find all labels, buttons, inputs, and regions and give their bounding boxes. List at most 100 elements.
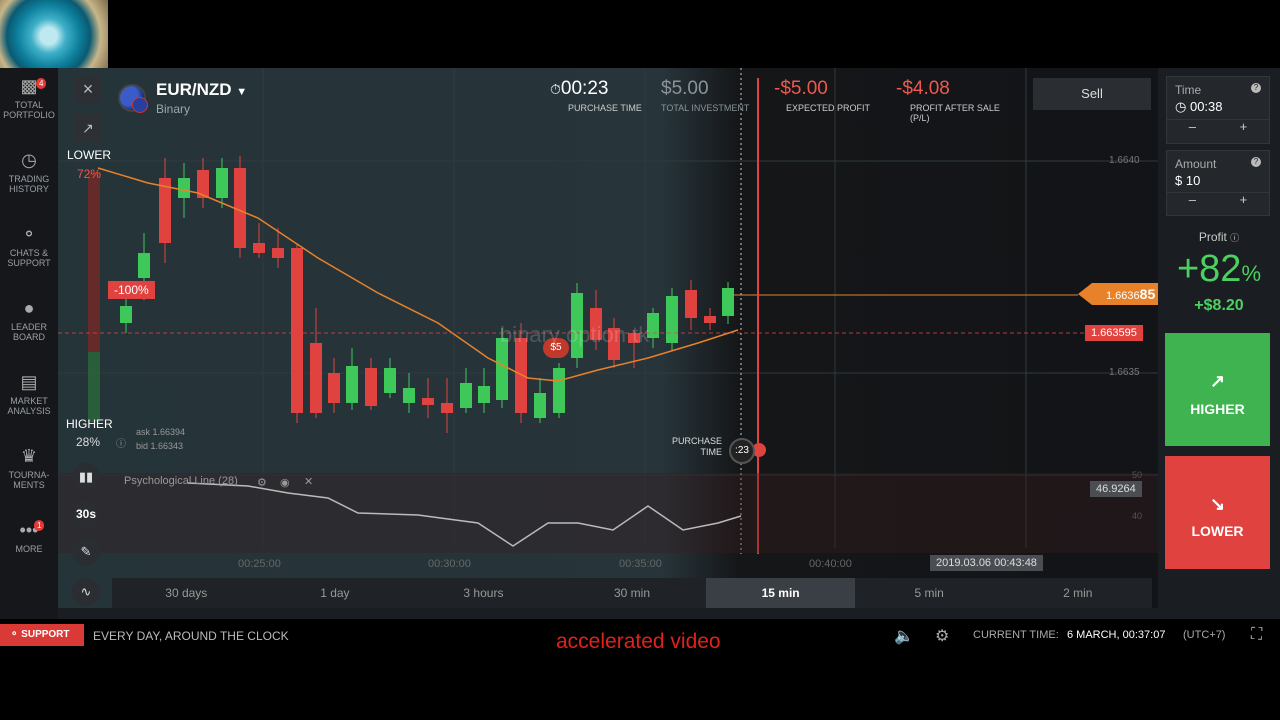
support-button[interactable]: ⚬ SUPPORT xyxy=(0,624,84,646)
candle-body xyxy=(272,248,284,258)
close-indicator-icon[interactable]: ✕ xyxy=(304,475,313,488)
sidebar-item-chats-support[interactable]: ⚬ CHATS & SUPPORT xyxy=(0,224,58,268)
candle-body xyxy=(534,393,546,418)
asset-type: Binary xyxy=(156,102,191,116)
draw-tool-button[interactable]: ✎ xyxy=(72,538,100,566)
timeframe-3-hours[interactable]: 3 hours xyxy=(409,578,558,608)
stopwatch-icon: ⏱ xyxy=(550,81,561,97)
sidebar-item-label: TRADING HISTORY xyxy=(8,174,50,194)
indicator-name: Psychological Line (28) xyxy=(124,475,238,487)
more-badge: 1 xyxy=(34,520,45,531)
amount-field[interactable]: $ 10 xyxy=(1167,171,1269,192)
moving-average-line xyxy=(97,167,739,382)
fullscreen-icon[interactable]: ⛶ xyxy=(1251,626,1262,644)
time-increase-button[interactable]: + xyxy=(1240,120,1248,135)
sidebar-item-label: TOTAL PORTFOLIO xyxy=(3,100,55,120)
candle-body xyxy=(460,383,472,408)
current-price-tag: 1.663685 xyxy=(1078,283,1158,305)
settings-gear-icon[interactable]: ⚙ xyxy=(935,626,949,646)
candle-body xyxy=(178,178,190,198)
asset-name: EUR/NZD ▼ xyxy=(156,80,248,99)
eye-icon[interactable]: ◉ xyxy=(280,476,290,489)
candle-body xyxy=(384,368,396,393)
profit-percent: +82% xyxy=(1176,248,1262,290)
lower-button[interactable]: ↘ LOWER xyxy=(1165,456,1270,569)
candle-body xyxy=(253,243,265,253)
minimize-button[interactable]: ↗ xyxy=(74,114,102,142)
timeframe-30-min[interactable]: 30 min xyxy=(558,578,707,608)
indicator-level: 40 xyxy=(1132,511,1143,521)
candle-body xyxy=(328,373,340,403)
chart-type-button[interactable]: ▮▮ xyxy=(72,463,100,491)
gear-icon[interactable]: ⚙ xyxy=(257,476,267,489)
candle-body xyxy=(346,366,358,403)
time-value[interactable]: ◷ 00:38 xyxy=(1167,97,1269,119)
sidebar-item-trading-history[interactable]: ◷ TRADING HISTORY xyxy=(0,150,58,194)
close-button[interactable]: × xyxy=(74,76,102,104)
trading-app: ▩ 4 TOTAL PORTFOLIO ◷ TRADING HISTORY ⚬ … xyxy=(0,68,1280,653)
sidebar-item-more[interactable]: ••• 1 MORE xyxy=(0,520,58,554)
candle-body xyxy=(216,168,228,198)
timeframe-1-day[interactable]: 1 day xyxy=(261,578,410,608)
pencil-icon: ✎ xyxy=(80,544,92,559)
sidebar-item-label: MORE xyxy=(15,544,43,554)
volume-icon[interactable]: 🔈 xyxy=(894,626,914,646)
indicator-value-tag: 46.9264 xyxy=(1090,481,1142,497)
help-icon[interactable]: ? xyxy=(1251,83,1261,93)
amount-increase-button[interactable]: + xyxy=(1240,193,1248,208)
lower-label: LOWER xyxy=(67,148,112,162)
deal-marker[interactable]: -100% xyxy=(108,281,155,299)
candle-body xyxy=(365,368,377,406)
sell-button[interactable]: Sell xyxy=(1033,78,1151,110)
timeframe-15-min[interactable]: 15 min xyxy=(706,578,855,608)
candle-body xyxy=(403,388,415,403)
price-level-label: 1.6635 xyxy=(1109,367,1140,378)
timeframe-2-min[interactable]: 2 min xyxy=(1003,578,1152,608)
trend-down-icon: ↘ xyxy=(1209,494,1226,514)
candle-body xyxy=(685,290,697,318)
candle-body xyxy=(515,338,527,413)
sidebar-item-label: TOURNA-MENTS xyxy=(8,470,50,490)
time-axis-label: 00:40:00 xyxy=(809,558,852,570)
sidebar-item-market-analysis[interactable]: ▤ MARKET ANALYSIS xyxy=(0,372,58,416)
sidebar-item-leader-board[interactable]: ● LEADER BOARD xyxy=(0,298,58,342)
total-investment-stat: $5.00 TOTAL INVESTMENT xyxy=(661,78,750,113)
price-chart[interactable]: × ↗ EUR/NZD ▼ Binary ⏱00:23 PURCHASE TIM… xyxy=(58,68,1158,608)
amount-decrease-button[interactable]: – xyxy=(1189,193,1196,208)
time-decrease-button[interactable]: – xyxy=(1189,120,1196,135)
candle-body xyxy=(138,253,150,278)
candles-icon: ▮▮ xyxy=(78,469,94,484)
info-icon[interactable]: ⓘ xyxy=(116,435,126,450)
bid-price: bid 1.66343 xyxy=(136,441,184,451)
help-icon[interactable]: ⓘ xyxy=(1230,233,1239,243)
candle-body xyxy=(422,398,434,405)
sidebar-item-label: LEADER BOARD xyxy=(10,322,47,342)
interval-button[interactable]: 30s xyxy=(72,500,100,528)
profit-label: Profit ⓘ xyxy=(1198,230,1240,244)
leaderboard-icon: ● xyxy=(23,298,35,318)
timeframe-30-days[interactable]: 30 days xyxy=(112,578,261,608)
overlay-caption: accelerated video xyxy=(556,630,721,653)
candle-body xyxy=(478,386,490,403)
chat-icon: ⚬ xyxy=(10,629,19,640)
timeframe-5-min[interactable]: 5 min xyxy=(855,578,1004,608)
purchase-time-marker-label: PURCHASE TIME xyxy=(672,436,723,457)
purchase-time-stat: ⏱00:23 PURCHASE TIME xyxy=(550,78,642,113)
candle-body xyxy=(441,403,453,413)
sidebar-item-label: CHATS & SUPPORT xyxy=(7,248,51,268)
screen: ▩ 4 TOTAL PORTFOLIO ◷ TRADING HISTORY ⚬ … xyxy=(0,0,1280,720)
sidebar-item-label: MARKET ANALYSIS xyxy=(7,396,51,416)
help-icon[interactable]: ? xyxy=(1251,157,1261,167)
chat-icon: ⚬ xyxy=(21,224,37,244)
lower-volume-strip xyxy=(88,172,100,352)
chevron-down-icon: ▼ xyxy=(236,86,248,98)
higher-button[interactable]: ↗ HIGHER xyxy=(1165,333,1270,446)
eur-nzd-flag-icon xyxy=(118,84,148,113)
candle-body xyxy=(666,296,678,343)
sidebar-item-tournaments[interactable]: ♛ TOURNA-MENTS xyxy=(0,446,58,490)
trade-panel: Time ? ◷ 00:38 – + Amount ? $ 10 – + Profi… xyxy=(1158,68,1280,608)
support-text: EVERY DAY, AROUND THE CLOCK xyxy=(93,629,289,643)
clock-icon: ◷ xyxy=(1175,99,1187,114)
sidebar-item-total-portfolio[interactable]: ▩ 4 TOTAL PORTFOLIO xyxy=(0,76,58,120)
indicators-button[interactable]: ∿ xyxy=(72,578,100,606)
